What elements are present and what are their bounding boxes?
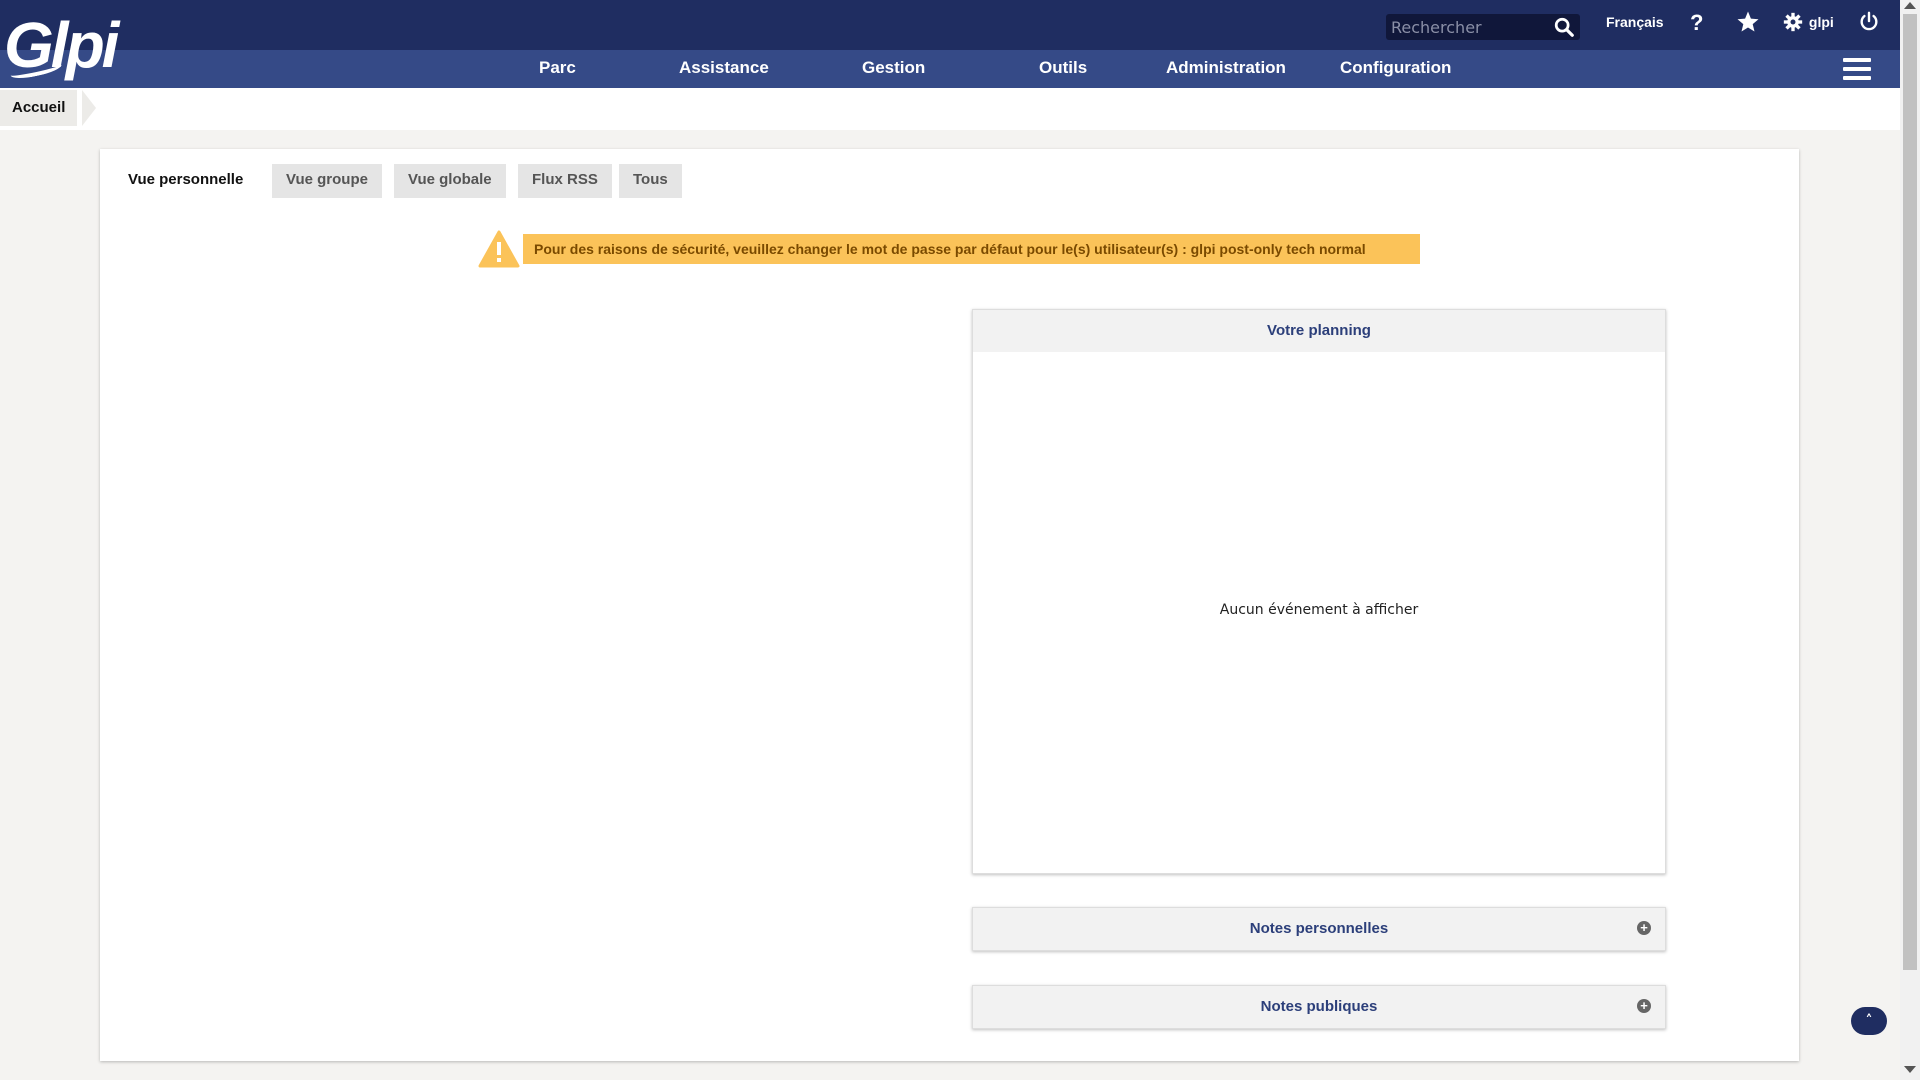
tab-flux-rss[interactable]: Flux RSS [518, 164, 612, 198]
help-icon[interactable]: ? [1690, 10, 1703, 36]
planning-title[interactable]: Votre planning [973, 310, 1665, 352]
personal-notes-title: Notes personnelles [1249, 920, 1389, 937]
power-icon[interactable] [1858, 11, 1880, 33]
breadcrumb-home[interactable]: Accueil [0, 90, 78, 126]
search-icon[interactable] [1552, 16, 1576, 38]
expand-plus-icon[interactable]: + [1637, 999, 1651, 1013]
nav-item-gestion[interactable]: Gestion [862, 58, 925, 78]
planning-empty-text: Aucun événement à afficher [1219, 602, 1419, 618]
nav-item-assistance[interactable]: Assistance [679, 58, 769, 78]
glpi-logo[interactable]: Glpi [4, 10, 124, 82]
star-icon[interactable] [1736, 10, 1760, 34]
search-box [1386, 14, 1580, 40]
language-selector[interactable]: Français [1606, 14, 1664, 30]
breadcrumb [0, 88, 1900, 130]
main-nav-bar [0, 50, 1900, 88]
menu-icon[interactable] [1843, 58, 1871, 80]
nav-item-outils[interactable]: Outils [1039, 58, 1087, 78]
security-warning-message: Pour des raisons de sécurité, veuillez c… [523, 234, 1420, 264]
scrollbar-thumb[interactable] [1903, 14, 1917, 970]
search-input[interactable] [1386, 14, 1550, 40]
gear-icon [1783, 12, 1803, 32]
back-to-top-button[interactable]: ˄ [1851, 1007, 1887, 1035]
public-notes-title: Notes publiques [1260, 998, 1378, 1015]
breadcrumb-arrow [82, 90, 96, 126]
public-notes-panel[interactable]: Notes publiques + [972, 985, 1666, 1029]
tab-vue-globale[interactable]: Vue globale [394, 164, 506, 198]
nav-item-configuration[interactable]: Configuration [1340, 58, 1451, 78]
warning-icon [478, 230, 520, 268]
tab-tous[interactable]: Tous [619, 164, 682, 198]
tab-vue-groupe[interactable]: Vue groupe [272, 164, 382, 198]
scroll-up-arrow-icon[interactable] [1904, 2, 1916, 9]
nav-item-administration[interactable]: Administration [1166, 58, 1286, 78]
user-name: glpi [1808, 14, 1834, 30]
tab-vue-personnelle[interactable]: Vue personnelle [114, 164, 257, 198]
user-menu[interactable]: glpi [1783, 12, 1834, 36]
expand-plus-icon[interactable]: + [1637, 921, 1651, 935]
scroll-down-arrow-icon[interactable] [1904, 1066, 1916, 1073]
nav-item-parc[interactable]: Parc [539, 58, 576, 78]
personal-notes-panel[interactable]: Notes personnelles + [972, 907, 1666, 951]
planning-panel: Votre planning Aucun événement à affiche… [972, 309, 1666, 874]
